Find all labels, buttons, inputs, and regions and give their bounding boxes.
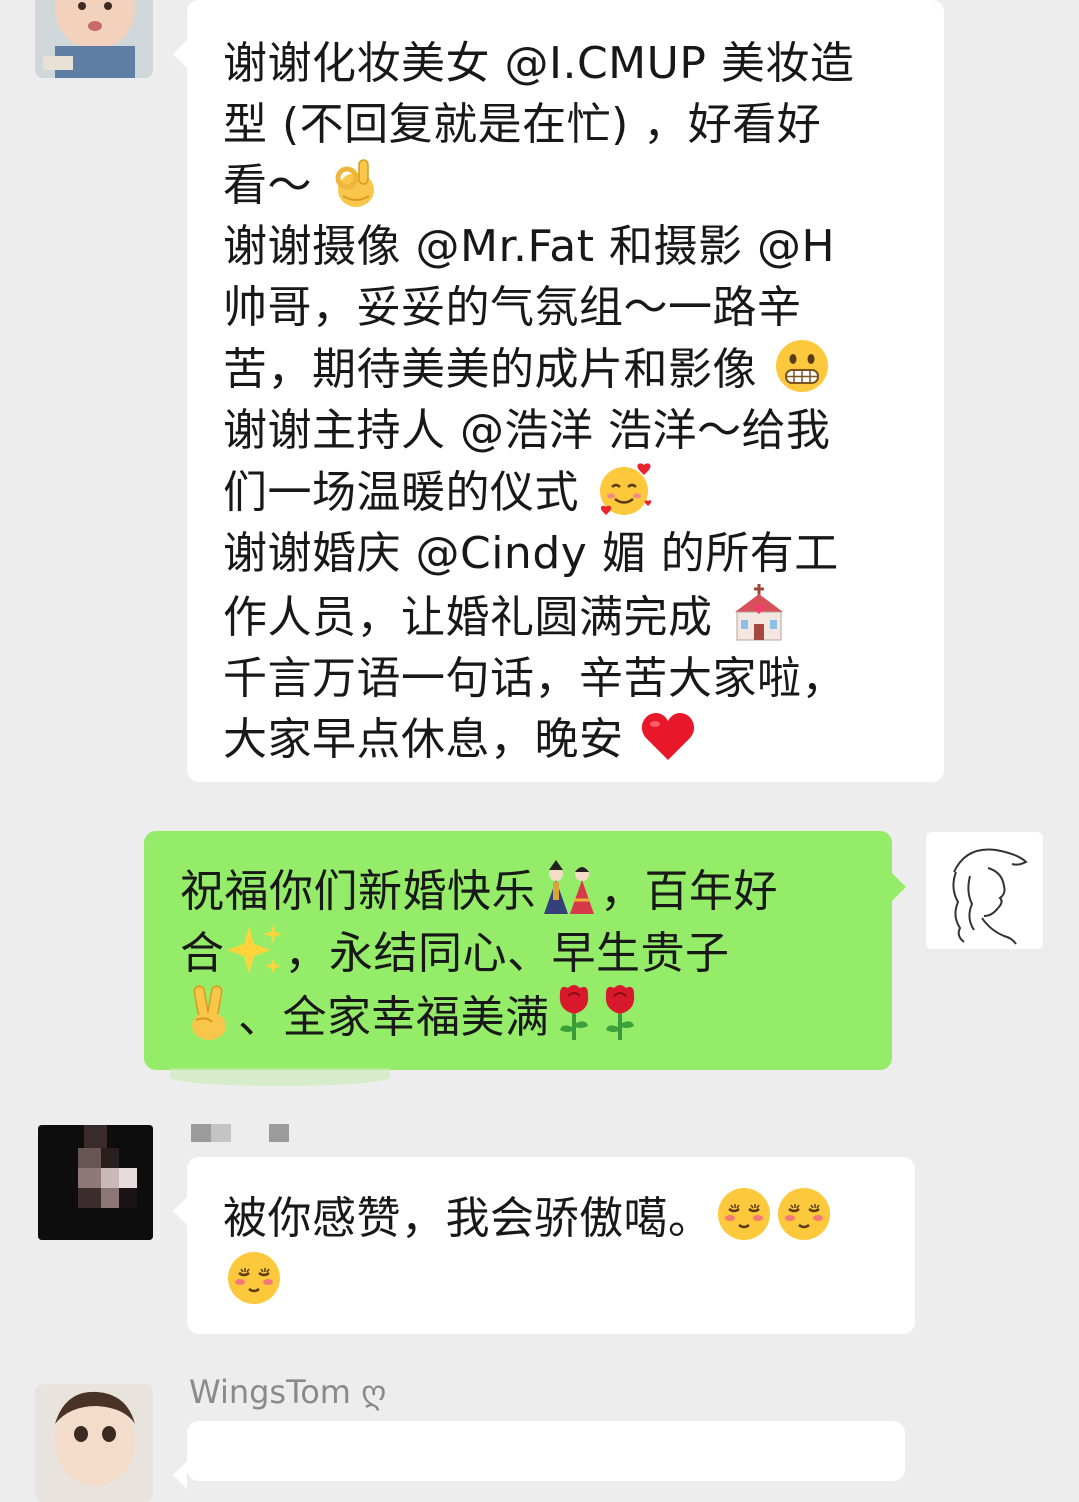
grimacing-emoji bbox=[775, 340, 828, 392]
message-line-with-emoji bbox=[223, 1249, 915, 1313]
message-line-with-emoji: 祝福你们新婚快乐 ，百年好 bbox=[180, 860, 892, 922]
message-line: 谢谢婚庆 @Cindy 媚 的所有工 bbox=[223, 528, 839, 579]
blushing-emoji bbox=[228, 1252, 280, 1304]
sender-name-censored bbox=[191, 1124, 291, 1144]
blushing-emoji bbox=[717, 1188, 770, 1240]
girl-with-hat-drawing-icon bbox=[952, 848, 1028, 945]
mosaic-avatar-icon bbox=[38, 1125, 153, 1240]
wedding-chapel-emoji bbox=[735, 584, 783, 641]
message-bubble-blessing[interactable]: 祝福你们新婚快乐 ，百年好 合 ，永结同心、早生贵子 、全家幸福美满 bbox=[144, 831, 906, 1070]
message-line-with-emoji: 合 ，永结同心、早生贵子 bbox=[180, 922, 892, 984]
message-bubble-reply[interactable]: 被你感赞，我会骄傲噶。 bbox=[173, 1157, 915, 1334]
message-line: 帅哥，妥妥的气氛组～一路辛 bbox=[223, 282, 802, 333]
message-line: 谢谢化妆美女 @I.CMUP 美妆造 bbox=[223, 38, 855, 89]
message-line: 型 (不回复就是在忙) ，好看好 bbox=[223, 99, 822, 150]
avatar-child[interactable] bbox=[35, 1384, 153, 1502]
rose-emoji bbox=[559, 985, 588, 1040]
rose-emoji bbox=[605, 985, 634, 1040]
bubble-tail bbox=[173, 1461, 187, 1489]
sender-name: WingsTom ღ bbox=[189, 1373, 386, 1411]
message-line-with-emoji: 看～ bbox=[223, 155, 944, 216]
bubble-tail bbox=[892, 873, 906, 901]
dolls-emoji bbox=[544, 860, 594, 914]
victory-hand-emoji bbox=[192, 985, 226, 1040]
sender-name-text: WingsTom bbox=[189, 1373, 351, 1411]
bubble-tail bbox=[173, 1197, 187, 1225]
sparkles-emoji bbox=[226, 924, 283, 974]
message-line-with-emoji: 作人员，让婚礼圆满完成 bbox=[223, 584, 944, 648]
message-line: 千言万语一句话，辛苦大家啦， bbox=[223, 653, 846, 704]
bubble-tail bbox=[173, 40, 187, 68]
blushing-emoji bbox=[777, 1188, 830, 1240]
message-bubble-thanks[interactable]: 谢谢化妆美女 @I.CMUP 美妆造 型 (不回复就是在忙) ，好看好 看～ 谢… bbox=[173, 0, 944, 782]
message-line: 谢谢摄像 @Mr.Fat 和摄影 @H bbox=[223, 221, 836, 272]
message-line-with-emoji: 大家早点休息，晚安 bbox=[223, 709, 944, 770]
message-line-with-emoji: 苦，期待美美的成片和影像 bbox=[223, 338, 944, 400]
avatar-me[interactable] bbox=[926, 832, 1043, 949]
smiling-hearts-emoji bbox=[599, 463, 651, 515]
red-heart-emoji bbox=[641, 713, 695, 760]
ok-hand-emoji bbox=[335, 159, 374, 207]
message-bubble-partial[interactable] bbox=[173, 1421, 905, 1489]
message-line-with-emoji: 、全家幸福美满 bbox=[180, 984, 892, 1048]
message-line-with-emoji: 被你感赞，我会骄傲噶。 bbox=[223, 1185, 915, 1249]
bubble-shadow bbox=[170, 1068, 390, 1086]
sender-name-symbol: ღ bbox=[361, 1373, 387, 1411]
message-line: 谢谢主持人 @浩洋 浩洋～给我 bbox=[223, 405, 831, 456]
child-photo-icon bbox=[35, 1384, 153, 1502]
toddler-photo-icon bbox=[35, 0, 153, 78]
avatar-mosaic[interactable] bbox=[38, 1125, 153, 1240]
message-line-with-emoji: 们一场温暖的仪式 bbox=[223, 461, 944, 523]
avatar-toddler[interactable] bbox=[35, 0, 153, 78]
